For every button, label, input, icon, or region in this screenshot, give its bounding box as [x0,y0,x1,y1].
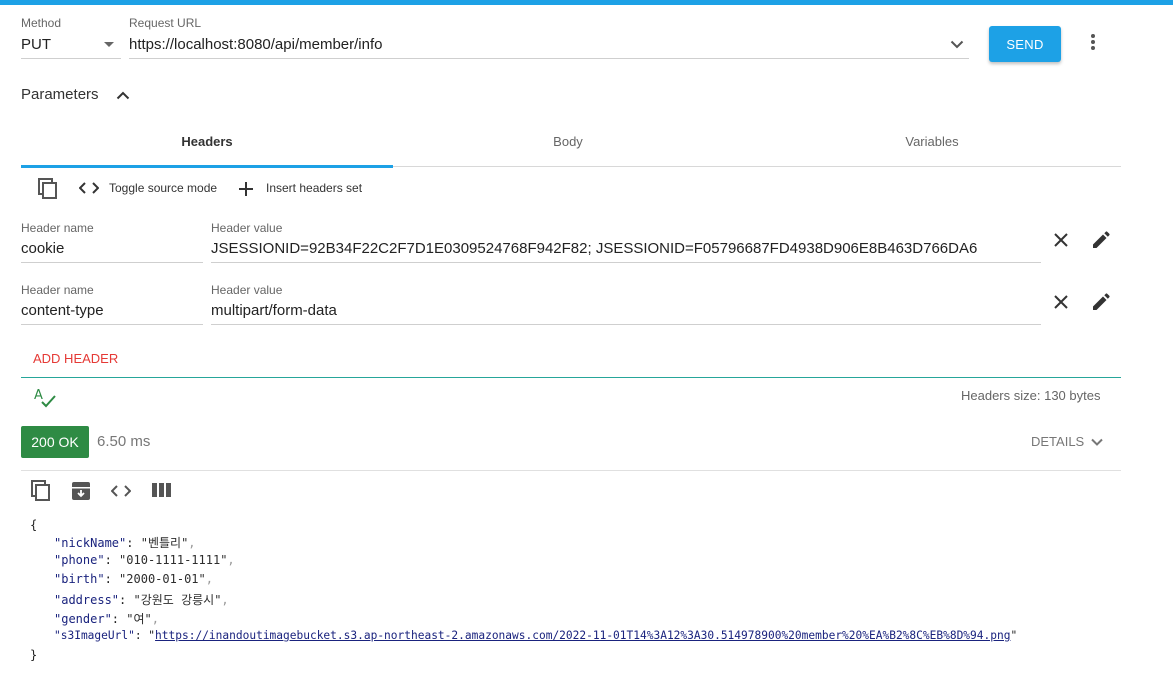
chevron-down-icon[interactable] [1090,436,1104,448]
send-button[interactable]: SEND [989,26,1061,62]
url-label: Request URL [129,16,202,30]
insert-headers-set-button[interactable]: Insert headers set [266,181,362,195]
header-value-label: Header value [211,283,283,297]
header-value-label: Header value [211,221,283,235]
response-time: 6.50 ms [97,433,151,450]
archive-icon[interactable] [70,480,92,502]
tab-variables[interactable]: Variables [743,134,1121,149]
header-value-underline [211,324,1041,325]
add-header-button[interactable]: ADD HEADER [33,351,118,366]
more-vert-icon[interactable] [1084,30,1102,54]
header-name-input[interactable]: content-type [21,302,104,319]
spellcheck-icon[interactable]: A [33,387,57,409]
method-select[interactable]: PUT [21,36,51,53]
header-name-underline [21,262,203,263]
tab-body[interactable]: Body [393,134,743,149]
copy-icon[interactable] [37,178,59,200]
code-icon[interactable] [78,180,100,196]
json-line-s3imageurl: "s3ImageUrl": "https://inandoutimagebuck… [54,629,1018,642]
parameters-title[interactable]: Parameters [21,86,99,103]
json-line-address: "address": "강원도 강릉시", [54,593,229,607]
status-badge: 200 OK [21,426,89,458]
url-history-chevron-icon[interactable] [948,36,966,52]
json-value-birth: 2000-01-01 [126,572,199,586]
json-value-gender: 여 [133,612,145,626]
header-name-underline [21,324,203,325]
json-line-phone: "phone": "010-1111-1111", [54,553,235,567]
chevron-down-icon[interactable] [102,38,116,52]
toggle-source-mode-button[interactable]: Toggle source mode [109,181,217,195]
header-name-label: Header name [21,221,94,235]
json-line-nickname: "nickName": "벤틀리", [54,536,196,550]
json-line-gender: "gender": "여", [54,612,159,626]
header-value-input[interactable]: JSESSIONID=92B34F22C2F7D1E0309524768F942… [211,240,977,257]
url-underline [129,58,969,59]
details-button[interactable]: DETAILS [1031,434,1084,449]
tab-active-indicator [21,165,393,168]
code-icon[interactable] [110,483,132,499]
method-underline [21,58,121,59]
close-icon[interactable] [1051,230,1071,250]
top-accent-bar [0,0,1173,5]
json-link-s3imageurl[interactable]: https://inandoutimagebucket.s3.ap-northe… [155,629,1010,642]
json-value-nickname: 벤틀리 [147,536,182,550]
tab-headers[interactable]: Headers [21,134,393,149]
json-line-birth: "birth": "2000-01-01", [54,572,213,586]
copy-icon[interactable] [30,480,52,502]
json-close-brace: } [30,648,38,662]
header-name-input[interactable]: cookie [21,240,64,257]
method-label: Method [21,16,62,30]
close-icon[interactable] [1051,292,1071,312]
header-value-underline [211,262,1041,263]
headers-size: Headers size: 130 bytes [961,388,1101,403]
response-divider [21,470,1121,471]
edit-icon[interactable] [1090,229,1112,251]
view-column-icon[interactable] [151,482,171,498]
json-open-brace: { [30,518,38,532]
headers-divider [21,377,1121,378]
edit-icon[interactable] [1090,291,1112,313]
header-value-input[interactable]: multipart/form-data [211,302,337,319]
add-icon[interactable] [237,180,255,198]
url-input[interactable]: https://localhost:8080/api/member/info [129,36,382,53]
svg-text:A: A [34,388,43,403]
chevron-up-icon[interactable] [115,87,131,103]
json-value-phone: 010-1111-1111 [126,553,221,567]
json-value-address: 강원도 강릉시 [140,593,215,607]
header-name-label: Header name [21,283,94,297]
